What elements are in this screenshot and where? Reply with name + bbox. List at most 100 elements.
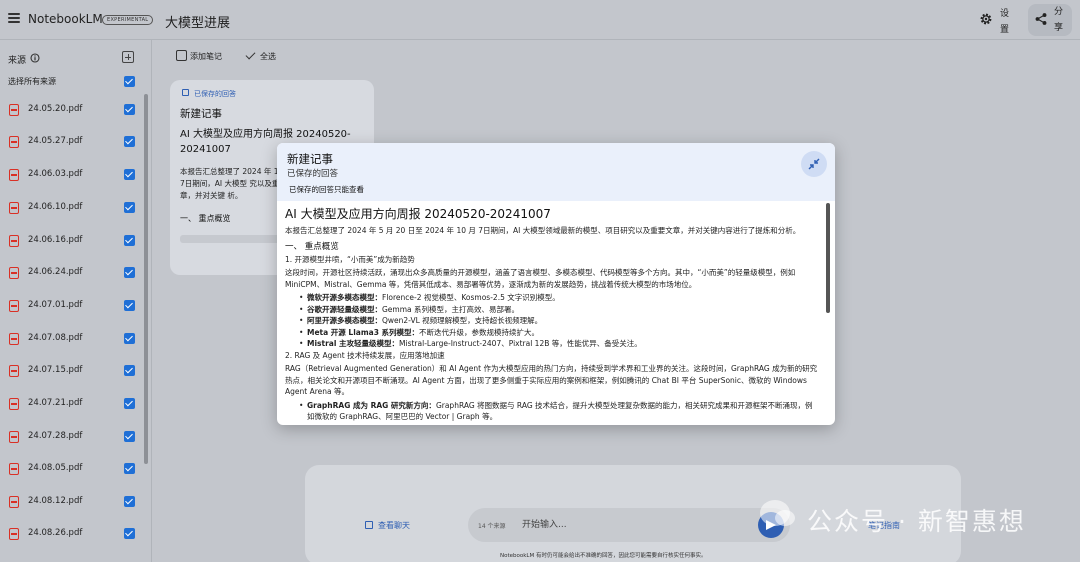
watermark-text: 公众号 · 新智惠想 xyxy=(807,507,1026,536)
pdf-icon xyxy=(9,365,19,377)
add-note-icon[interactable] xyxy=(176,50,187,61)
source-item[interactable]: 24.08.05.pdf xyxy=(0,459,140,479)
source-name: 24.05.27.pdf xyxy=(28,136,83,146)
source-item[interactable]: 24.06.10.pdf xyxy=(0,198,140,218)
sources-heading: 来源 xyxy=(8,56,27,66)
add-note-button[interactable]: 添加笔记 xyxy=(190,51,222,62)
bullet-item: 谷歌开源轻量级模型：Gemma 系列模型，主打高效、易部署。 xyxy=(285,304,820,316)
source-name: 24.07.21.pdf xyxy=(28,398,83,408)
bullet-item: GraphRAG 成为 RAG 研究新方向：GraphRAG 将图数据与 RAG… xyxy=(285,400,820,422)
bullet-text: 不断迭代升级，参数规模持续扩大。 xyxy=(419,327,540,337)
wechat-logo-icon xyxy=(760,500,795,526)
disclaimer-text: NotebookLM 有时仍可能会给出不准确的回答，因此您可能需要自行核实任何事… xyxy=(500,553,707,559)
pdf-icon xyxy=(9,463,19,475)
collapse-icon[interactable] xyxy=(807,157,821,171)
modal-scrollbar[interactable] xyxy=(826,203,830,313)
pdf-icon xyxy=(9,169,19,181)
source-item[interactable]: 24.07.21.pdf xyxy=(0,394,140,414)
brand-name[interactable]: NotebookLM xyxy=(28,12,103,26)
pdf-icon xyxy=(9,202,19,214)
bullet-item: Meta 开源 Llama3 系列模型：不断迭代升级，参数规模持续扩大。 xyxy=(285,327,820,339)
source-name: 24.07.28.pdf xyxy=(28,431,83,441)
source-checkbox[interactable] xyxy=(124,136,135,147)
source-item[interactable]: 24.07.08.pdf xyxy=(0,329,140,349)
source-name: 24.08.26.pdf xyxy=(28,528,83,538)
report-intro: 本报告汇总整理了 2024 年 5 月 20 日至 2024 年 10 月 7日… xyxy=(285,226,801,235)
select-all-notes-button[interactable]: 全选 xyxy=(260,51,276,62)
source-item[interactable]: 24.05.20.pdf xyxy=(0,100,140,120)
source-name: 24.07.08.pdf xyxy=(28,333,83,343)
report-heading: AI 大模型及应用方向周报 20240520-20241007 xyxy=(285,207,551,221)
select-all-sources-checkbox[interactable] xyxy=(124,76,135,87)
item-title: 2. RAG 及 Agent 技术持续发展，应用落地加速 xyxy=(285,350,445,360)
source-checkbox[interactable] xyxy=(124,202,135,213)
source-checkbox[interactable] xyxy=(124,463,135,474)
collapse-button[interactable] xyxy=(801,151,827,177)
view-chat-button[interactable]: 查看聊天 xyxy=(378,520,410,531)
bullet-label: 阿里开源多模态模型： xyxy=(307,316,382,325)
modal-subtitle: 已保存的回答 xyxy=(287,169,339,179)
modal-content[interactable]: AI 大模型及应用方向周报 20240520-20241007 本报告汇总整理了… xyxy=(285,205,820,421)
note-modal: 新建记事 已保存的回答 已保存的回答只能查看 AI 大模型及应用方向周报 202… xyxy=(277,143,835,425)
source-checkbox[interactable] xyxy=(124,528,135,539)
bullet-text: Gemma 系列模型，主打高效、易部署。 xyxy=(382,304,520,314)
source-item[interactable]: 24.06.24.pdf xyxy=(0,263,140,283)
section-heading: 一、 重点概览 xyxy=(285,241,339,252)
source-item[interactable]: 24.07.01.pdf xyxy=(0,296,140,316)
pdf-icon xyxy=(9,496,19,508)
notebook-title[interactable]: 大模型进展 xyxy=(165,12,230,31)
source-item[interactable]: 24.07.15.pdf xyxy=(0,361,140,381)
source-name: 24.06.03.pdf xyxy=(28,169,83,179)
top-bar: NotebookLM EXPERIMENTAL 大模型进展 设置 分享 xyxy=(0,0,1080,40)
item-title: 1. 开源模型井喷，“小而美”成为新趋势 xyxy=(285,254,415,264)
experimental-badge: EXPERIMENTAL xyxy=(102,15,154,25)
bullet-text: Qwen2-VL 视频理解模型，支持超长视频理解。 xyxy=(382,316,543,325)
bullet-text: Mistral-Large-Instruct-2407、Pixtral 12B … xyxy=(399,339,642,348)
pdf-icon xyxy=(9,528,19,540)
share-icon[interactable] xyxy=(1034,12,1048,26)
source-name: 24.05.20.pdf xyxy=(28,104,83,114)
pdf-icon xyxy=(9,104,19,116)
bullet-item: 阿里开源多模态模型：Qwen2-VL 视频理解模型，支持超长视频理解。 xyxy=(285,315,820,327)
source-checkbox[interactable] xyxy=(124,398,135,409)
settings-button[interactable]: 设置 xyxy=(1000,6,1010,38)
item-body: RAG（Retrieval Augmented Generation）和 AI … xyxy=(285,364,818,396)
source-checkbox[interactable] xyxy=(124,496,135,507)
source-checkbox[interactable] xyxy=(124,267,135,278)
info-icon[interactable] xyxy=(30,53,40,63)
source-checkbox[interactable] xyxy=(124,235,135,246)
source-name: 24.07.01.pdf xyxy=(28,300,83,310)
source-checkbox[interactable] xyxy=(124,365,135,376)
source-item[interactable]: 24.05.27.pdf xyxy=(0,132,140,152)
gear-icon[interactable] xyxy=(979,12,993,26)
note-card-title: 新建记事 xyxy=(180,108,222,120)
source-count-badge: 14 个来源 xyxy=(478,523,506,530)
source-item[interactable]: 24.08.12.pdf xyxy=(0,492,140,512)
check-icon[interactable] xyxy=(245,49,256,60)
bullet-item: Mistral 主攻轻量级模型：Mistral-Large-Instruct-2… xyxy=(285,338,820,350)
source-checkbox[interactable] xyxy=(124,104,135,115)
source-checkbox[interactable] xyxy=(124,333,135,344)
sources-sidebar: 来源 选择所有来源 24.05.20.pdf 24.05.27.pdf 24.0… xyxy=(0,40,152,562)
chat-input[interactable] xyxy=(522,516,752,534)
pdf-icon xyxy=(9,398,19,410)
source-checkbox[interactable] xyxy=(124,431,135,442)
source-item[interactable]: 24.06.03.pdf xyxy=(0,165,140,185)
note-card-section: 一、 重点概览 xyxy=(180,214,231,223)
source-item[interactable]: 24.07.28.pdf xyxy=(0,427,140,447)
source-name: 24.06.24.pdf xyxy=(28,267,83,277)
menu-icon[interactable] xyxy=(8,13,20,23)
bullet-label: Mistral 主攻轻量级模型： xyxy=(307,339,400,348)
pdf-icon xyxy=(9,300,19,312)
source-checkbox[interactable] xyxy=(124,300,135,311)
sidebar-scrollbar[interactable] xyxy=(144,94,148,464)
source-name: 24.08.12.pdf xyxy=(28,496,83,506)
chat-icon[interactable] xyxy=(365,521,373,529)
source-item[interactable]: 24.08.26.pdf xyxy=(0,524,140,544)
pdf-icon xyxy=(9,333,19,345)
add-source-button[interactable] xyxy=(122,51,134,63)
source-item[interactable]: 24.06.16.pdf xyxy=(0,231,140,251)
source-checkbox[interactable] xyxy=(124,169,135,180)
share-label[interactable]: 分享 xyxy=(1054,4,1064,36)
source-name: 24.08.05.pdf xyxy=(28,463,83,473)
